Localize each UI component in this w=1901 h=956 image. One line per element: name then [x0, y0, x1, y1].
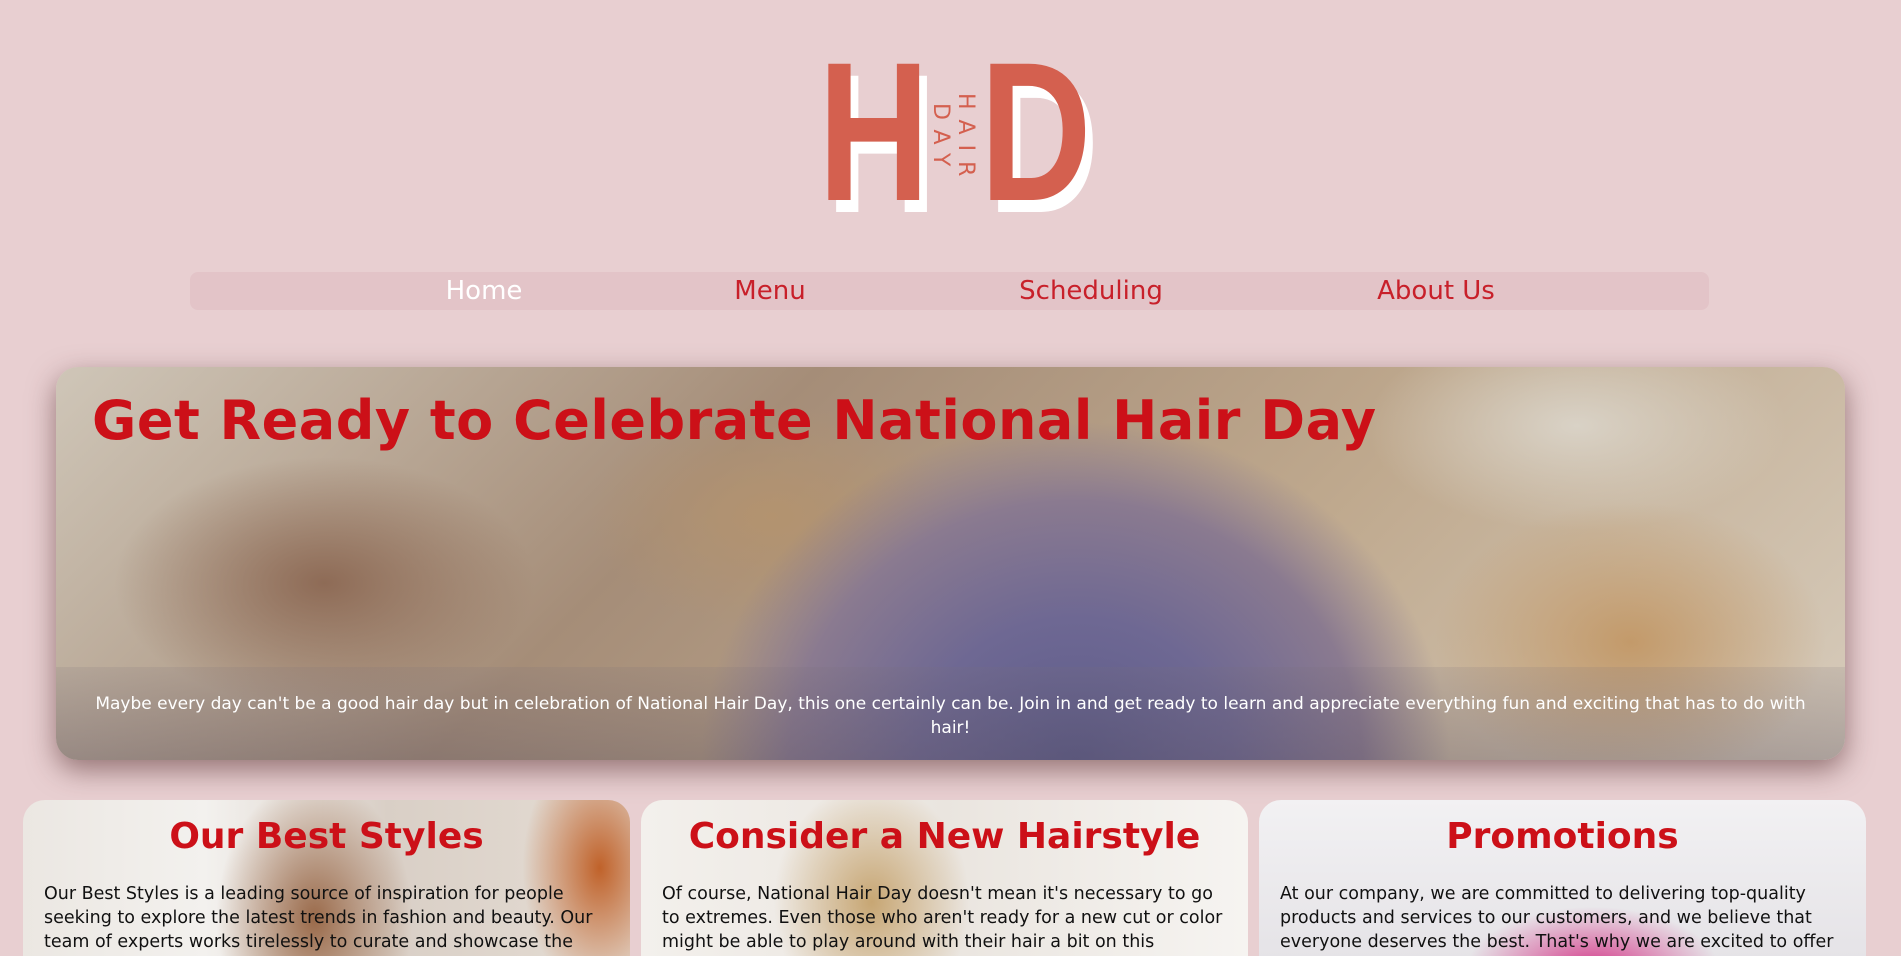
logo-tagline: HAIR DAY — [928, 92, 978, 187]
card-text: At our company, we are committed to deli… — [1280, 884, 1834, 952]
card-text: Our Best Styles is a leading source of i… — [44, 884, 593, 952]
card-best-styles[interactable]: Our Best Styles Our Best Styles is a lea… — [23, 800, 630, 956]
card-title: Our Best Styles — [169, 816, 484, 857]
card-new-hairstyle[interactable]: Consider a New Hairstyle Of course, Nati… — [641, 800, 1248, 956]
logo-letter-d: D — [980, 21, 1092, 242]
card-title: Promotions — [1446, 816, 1679, 857]
card-text: Of course, National Hair Day doesn't mea… — [662, 884, 1223, 952]
nav-home-link[interactable]: Home — [446, 272, 523, 310]
main-nav: Home Menu Scheduling About Us — [190, 272, 1709, 310]
hero-title: Get Ready to Celebrate National Hair Day — [92, 389, 1377, 452]
logo-letter-h: H — [818, 21, 930, 242]
nav-scheduling-link[interactable]: Scheduling — [1019, 272, 1163, 310]
hero-caption: Maybe every day can't be a good hair day… — [56, 667, 1845, 760]
hair-day-logo[interactable]: H HAIR DAY D — [818, 21, 1092, 242]
card-title: Consider a New Hairstyle — [688, 816, 1201, 857]
nav-about-us-link[interactable]: About Us — [1377, 272, 1495, 310]
card-promotions[interactable]: Promotions At our company, we are commit… — [1259, 800, 1866, 956]
hero-banner: Get Ready to Celebrate National Hair Day… — [56, 367, 1845, 760]
nav-menu-link[interactable]: Menu — [734, 272, 805, 310]
